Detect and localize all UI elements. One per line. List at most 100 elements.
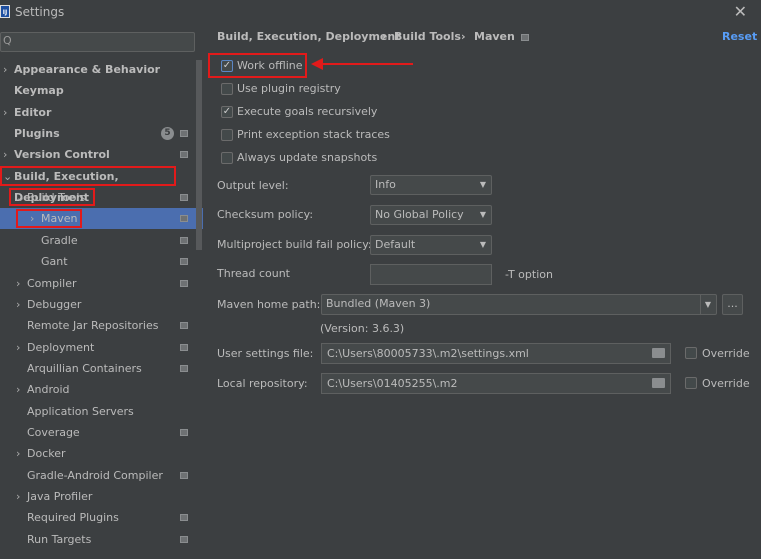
maven-home-select[interactable]: Bundled (Maven 3) ▼	[321, 294, 717, 315]
chevron-right-icon[interactable]: ›	[16, 273, 20, 294]
override-local-repo-checkbox[interactable]	[685, 377, 697, 389]
reset-link[interactable]: Reset	[722, 30, 757, 43]
tree-item-label: Coverage	[27, 425, 80, 439]
checkbox[interactable]: ✓	[221, 106, 233, 118]
tree-item-label: Version Control	[14, 148, 110, 162]
project-scope-icon	[180, 236, 188, 244]
highlight-build-tools	[9, 188, 95, 206]
tree-item-label: Android	[27, 383, 70, 397]
folder-icon[interactable]	[652, 348, 665, 358]
tree-item[interactable]: › Java Profiler	[0, 486, 195, 507]
project-scope-icon	[180, 322, 188, 330]
checkbox-label[interactable]: Always update snapshots	[237, 151, 377, 164]
tree-item[interactable]: Application Servers	[0, 401, 195, 422]
project-scope-icon	[180, 535, 188, 543]
checksum-policy-label: Checksum policy:	[217, 208, 314, 221]
override-label: Override	[702, 347, 750, 360]
tree-item[interactable]: Coverage	[0, 422, 195, 443]
project-scope-icon	[180, 194, 188, 202]
local-repository-input[interactable]: C:\Users\01405255\.m2	[321, 373, 671, 394]
chevron-right-icon[interactable]: ›	[16, 443, 20, 464]
close-icon[interactable]: ✕	[734, 2, 747, 21]
tree-item-label: Gant	[41, 255, 68, 269]
tree-item[interactable]: › Deployment	[0, 337, 195, 358]
tree-item[interactable]: Gradle-Android Compiler	[0, 465, 195, 486]
checkbox-label[interactable]: Execute goals recursively	[237, 105, 377, 118]
tree-item[interactable]: › Android	[0, 379, 195, 400]
tree-item[interactable]: Gant	[0, 251, 195, 272]
chevron-right-icon[interactable]: ›	[3, 144, 7, 165]
red-arrow-head	[311, 58, 323, 70]
tree-item[interactable]: › Editor	[0, 102, 195, 123]
chevron-right-icon[interactable]: ›	[3, 59, 7, 80]
project-scope-icon	[180, 471, 188, 479]
checkbox[interactable]	[221, 83, 233, 95]
project-scope-icon	[180, 130, 188, 138]
tree-item[interactable]: Required Plugins	[0, 507, 195, 528]
breadcrumb-item[interactable]: Build, Execution, Deployment	[217, 30, 400, 43]
tree-item[interactable]: Run Targets	[0, 529, 195, 550]
thread-count-label: Thread count	[217, 267, 290, 280]
breadcrumb-separator: ›	[382, 30, 387, 43]
search-icon: Q	[3, 34, 12, 47]
chevron-down-icon: ▼	[479, 180, 486, 189]
tree-item[interactable]: Gradle	[0, 230, 195, 251]
chevron-right-icon[interactable]: ›	[16, 294, 20, 315]
tree-item[interactable]: › Appearance & Behavior	[0, 59, 195, 80]
multiproject-select[interactable]: Default ▼	[370, 235, 492, 255]
project-scope-icon	[180, 151, 188, 159]
chevron-right-icon[interactable]: ›	[16, 486, 20, 507]
tree-item[interactable]: Arquillian Containers	[0, 358, 195, 379]
project-scope-icon	[180, 343, 188, 351]
chevron-right-icon[interactable]: ›	[3, 102, 7, 123]
tree-item-label: Editor	[14, 105, 52, 119]
tree-item-label: Gradle-Android Compiler	[27, 468, 163, 482]
project-scope-icon	[521, 34, 529, 41]
breadcrumb-item[interactable]: Build Tools	[394, 30, 461, 43]
chevron-right-icon[interactable]: ›	[16, 337, 20, 358]
checksum-policy-select[interactable]: No Global Policy ▼	[370, 205, 492, 225]
tree-item[interactable]: Keymap	[0, 80, 195, 101]
highlight-maven	[16, 209, 82, 228]
breadcrumb-separator: ›	[461, 30, 466, 43]
folder-icon[interactable]	[652, 378, 665, 388]
local-repository-label: Local repository:	[217, 377, 308, 390]
highlight-build-execution	[0, 166, 176, 186]
tree-item[interactable]: › Version Control	[0, 144, 195, 165]
tree-item[interactable]: › Debugger	[0, 294, 195, 315]
tree-item-label: Debugger	[27, 297, 82, 311]
maven-settings-panel: Build, Execution, Deployment › Build Too…	[205, 24, 761, 559]
thread-count-input[interactable]	[370, 264, 492, 285]
output-level-select[interactable]: Info ▼	[370, 175, 492, 195]
tree-item-label: Gradle	[41, 233, 78, 247]
tree-item-label: Run Targets	[27, 532, 92, 546]
checkbox[interactable]	[221, 152, 233, 164]
search-input[interactable]: Q	[0, 32, 195, 52]
project-scope-icon	[180, 428, 188, 436]
tree-item-label: Required Plugins	[27, 511, 119, 525]
browse-maven-home-button[interactable]: ...	[722, 294, 743, 315]
breadcrumb-item: Maven	[474, 30, 515, 43]
checkbox-label[interactable]: Print exception stack traces	[237, 128, 390, 141]
user-settings-input[interactable]: C:\Users\80005733\.m2\settings.xml	[321, 343, 671, 364]
tree-item[interactable]: Plugins 5	[0, 123, 195, 144]
checkbox[interactable]	[221, 129, 233, 141]
tree-item[interactable]: › Docker	[0, 443, 195, 464]
tree-item-label: Compiler	[27, 276, 77, 290]
highlight-work-offline	[208, 53, 307, 78]
checkbox-label[interactable]: Use plugin registry	[237, 82, 341, 95]
project-scope-icon	[180, 279, 188, 287]
project-scope-icon	[180, 258, 188, 266]
app-logo: IJ	[0, 5, 10, 18]
window-title: Settings	[15, 5, 65, 19]
sidebar-scrollbar[interactable]	[196, 60, 202, 250]
tree-item-label: Remote Jar Repositories	[27, 319, 159, 333]
override-user-settings-checkbox[interactable]	[685, 347, 697, 359]
tree-item-label: Java Profiler	[27, 490, 93, 503]
tree-item-label: Arquillian Containers	[27, 361, 142, 375]
chevron-right-icon[interactable]: ›	[16, 379, 20, 400]
override-label: Override	[702, 377, 750, 390]
tree-item[interactable]: Remote Jar Repositories	[0, 315, 195, 336]
tree-item[interactable]: › Compiler	[0, 273, 195, 294]
project-scope-icon	[180, 364, 188, 372]
